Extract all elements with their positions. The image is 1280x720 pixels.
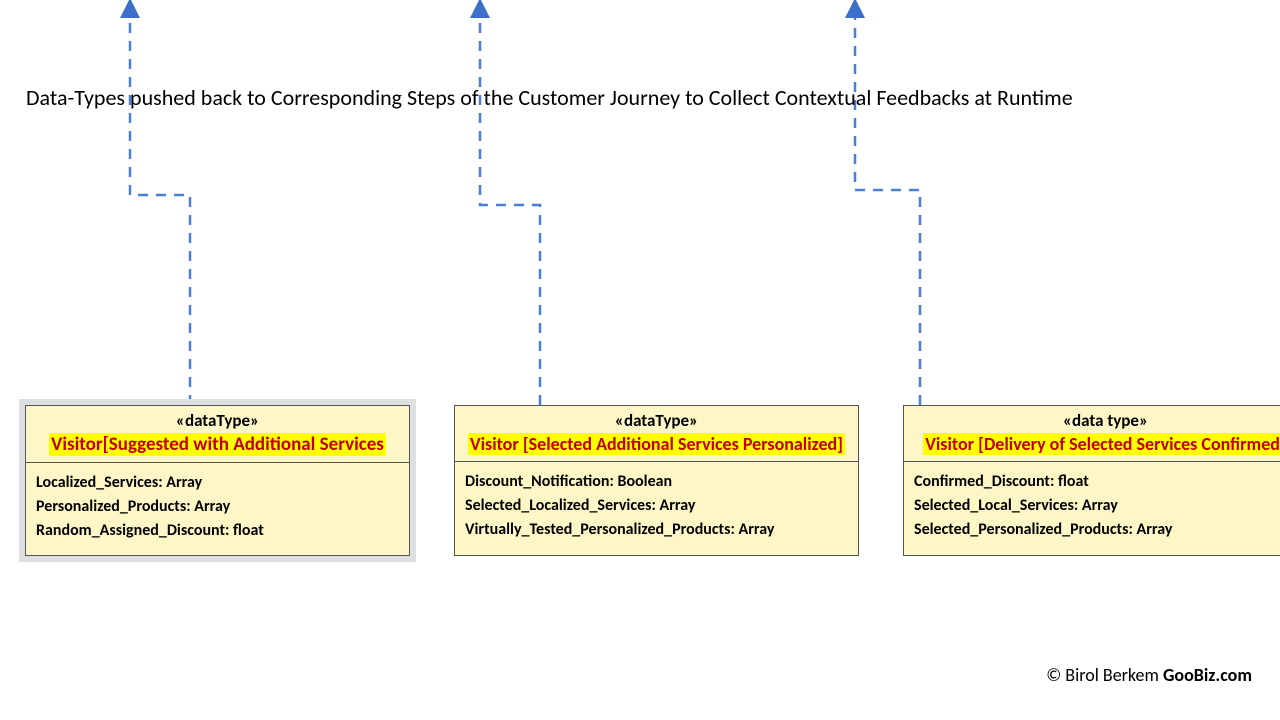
datatype-boxes-row: «dataType» Visitor[Suggested with Additi… bbox=[25, 405, 1280, 556]
datatype-header: «dataType» Visitor [Selected Additional … bbox=[455, 406, 858, 462]
attribute-row: Confirmed_Discount: float bbox=[914, 470, 1280, 494]
datatype-title: Visitor [Delivery of Selected Services C… bbox=[923, 433, 1280, 455]
datatype-header: «data type» Visitor [Delivery of Selecte… bbox=[904, 406, 1280, 462]
stereotype-label: «dataType» bbox=[32, 410, 403, 431]
copyright-label: © Birol Berkem GooBiz.com bbox=[1046, 664, 1252, 686]
datatype-attributes: Localized_Services: Array Personalized_P… bbox=[26, 463, 409, 555]
attribute-row: Personalized_Products: Array bbox=[36, 495, 399, 519]
datatype-attributes: Discount_Notification: Boolean Selected_… bbox=[455, 462, 858, 554]
diagram-caption: Data-Types pushed back to Corresponding … bbox=[26, 84, 1126, 112]
datatype-box-selected: «dataType» Visitor [Selected Additional … bbox=[454, 405, 859, 556]
datatype-title: Visitor [Selected Additional Services Pe… bbox=[468, 433, 845, 455]
attribute-row: Selected_Local_Services: Array bbox=[914, 494, 1280, 518]
datatype-header: «dataType» Visitor[Suggested with Additi… bbox=[26, 406, 409, 463]
attribute-row: Random_Assigned_Discount: float bbox=[36, 519, 399, 543]
copyright-brand: GooBiz.com bbox=[1163, 664, 1252, 686]
datatype-box-suggested: «dataType» Visitor[Suggested with Additi… bbox=[25, 405, 410, 556]
attribute-row: Selected_Localized_Services: Array bbox=[465, 494, 848, 518]
stereotype-label: «dataType» bbox=[461, 410, 852, 431]
datatype-title: Visitor[Suggested with Additional Servic… bbox=[49, 433, 386, 456]
attribute-row: Localized_Services: Array bbox=[36, 471, 399, 495]
attribute-row: Discount_Notification: Boolean bbox=[465, 470, 848, 494]
copyright-text: © Birol Berkem bbox=[1046, 664, 1163, 686]
datatype-box-confirmed: «data type» Visitor [Delivery of Selecte… bbox=[903, 405, 1280, 556]
stereotype-label: «data type» bbox=[910, 410, 1280, 431]
attribute-row: Selected_Personalized_Products: Array bbox=[914, 518, 1280, 542]
datatype-attributes: Confirmed_Discount: float Selected_Local… bbox=[904, 462, 1280, 554]
attribute-row: Virtually_Tested_Personalized_Products: … bbox=[465, 518, 848, 542]
